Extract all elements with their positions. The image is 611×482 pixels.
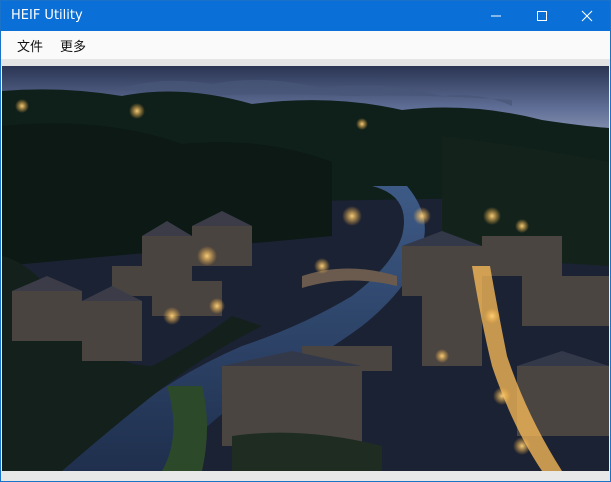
minimize-button[interactable] [473, 1, 519, 31]
status-strip [1, 471, 610, 481]
close-icon [581, 10, 593, 22]
minimize-icon [491, 15, 501, 17]
displayed-photo [2, 66, 609, 471]
close-button[interactable] [564, 1, 610, 31]
menu-more[interactable]: 更多 [57, 36, 89, 55]
window-title: HEIF Utility [11, 8, 83, 23]
menu-bar: 文件 更多 [1, 31, 610, 60]
menu-file[interactable]: 文件 [14, 36, 46, 55]
image-viewer[interactable] [2, 66, 609, 471]
app-window: HEIF Utility 文件 更多 [0, 0, 611, 482]
maximize-icon [537, 11, 547, 21]
maximize-button[interactable] [519, 1, 565, 31]
title-bar[interactable]: HEIF Utility [1, 1, 610, 31]
